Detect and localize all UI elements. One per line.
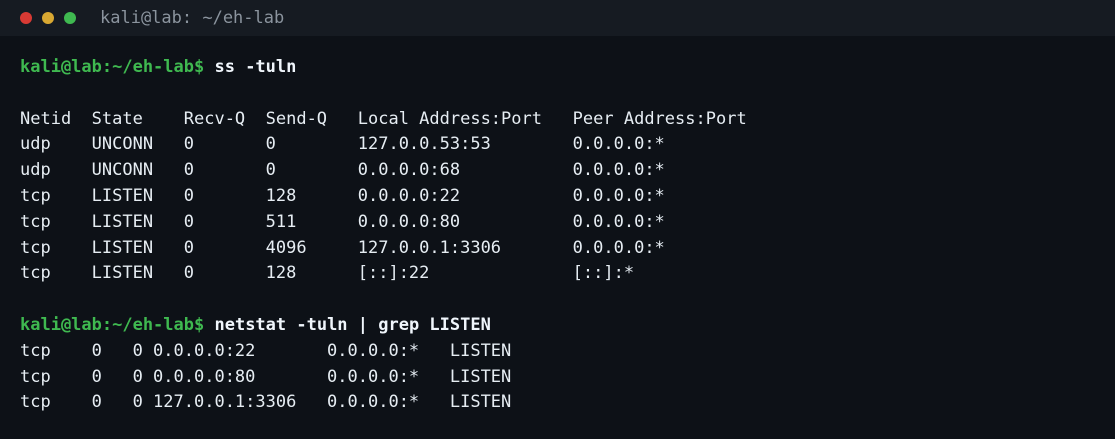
output-line: tcp LISTEN 0 511 0.0.0.0:80 0.0.0.0:* (20, 211, 665, 232)
output-line: tcp LISTEN 0 128 [::]:22 [::]:* (20, 263, 635, 284)
output-line: tcp LISTEN 0 4096 127.0.0.1:3306 0.0.0.0… (20, 237, 665, 258)
close-window-button[interactable] (20, 12, 32, 24)
title-bar[interactable]: kali@lab: ~/eh-lab (0, 0, 1115, 36)
output-line: udp UNCONN 0 0 0.0.0.0:68 0.0.0.0:* (20, 160, 665, 181)
command-line: kali@lab:~/eh-lab$ netstat -tuln | grep … (20, 313, 1105, 339)
output-line: udp UNCONN 0 0 127.0.0.53:53 0.0.0.0:* (20, 134, 665, 155)
terminal-window: kali@lab: ~/eh-lab kali@lab:~/eh-lab$ ss… (0, 0, 1115, 439)
terminal-output[interactable]: kali@lab:~/eh-lab$ ss -tuln Netid State R… (20, 55, 1105, 416)
window-title: kali@lab: ~/eh-lab (100, 8, 285, 28)
maximize-window-button[interactable] (64, 12, 76, 24)
output-line: tcp 0 0 127.0.0.1:3306 0.0.0.0:* LISTEN (20, 392, 512, 413)
shell-prompt: kali@lab:~/eh-lab$ (20, 57, 205, 77)
output-line: tcp 0 0 0.0.0.0:22 0.0.0.0:* LISTEN (20, 340, 512, 361)
minimize-window-button[interactable] (42, 12, 54, 24)
command-text: netstat -tuln | grep LISTEN (214, 314, 491, 335)
shell-prompt: kali@lab:~/eh-lab$ (20, 314, 205, 335)
command-text: ss -tuln (214, 57, 297, 77)
output-line: tcp LISTEN 0 128 0.0.0.0:22 0.0.0.0:* (20, 185, 665, 206)
command-line: kali@lab:~/eh-lab$ ss -tuln (20, 55, 1105, 81)
output-line: tcp 0 0 0.0.0.0:80 0.0.0.0:* LISTEN (20, 366, 512, 387)
output-line: Netid State Recv-Q Send-Q Local Address:… (20, 108, 747, 129)
